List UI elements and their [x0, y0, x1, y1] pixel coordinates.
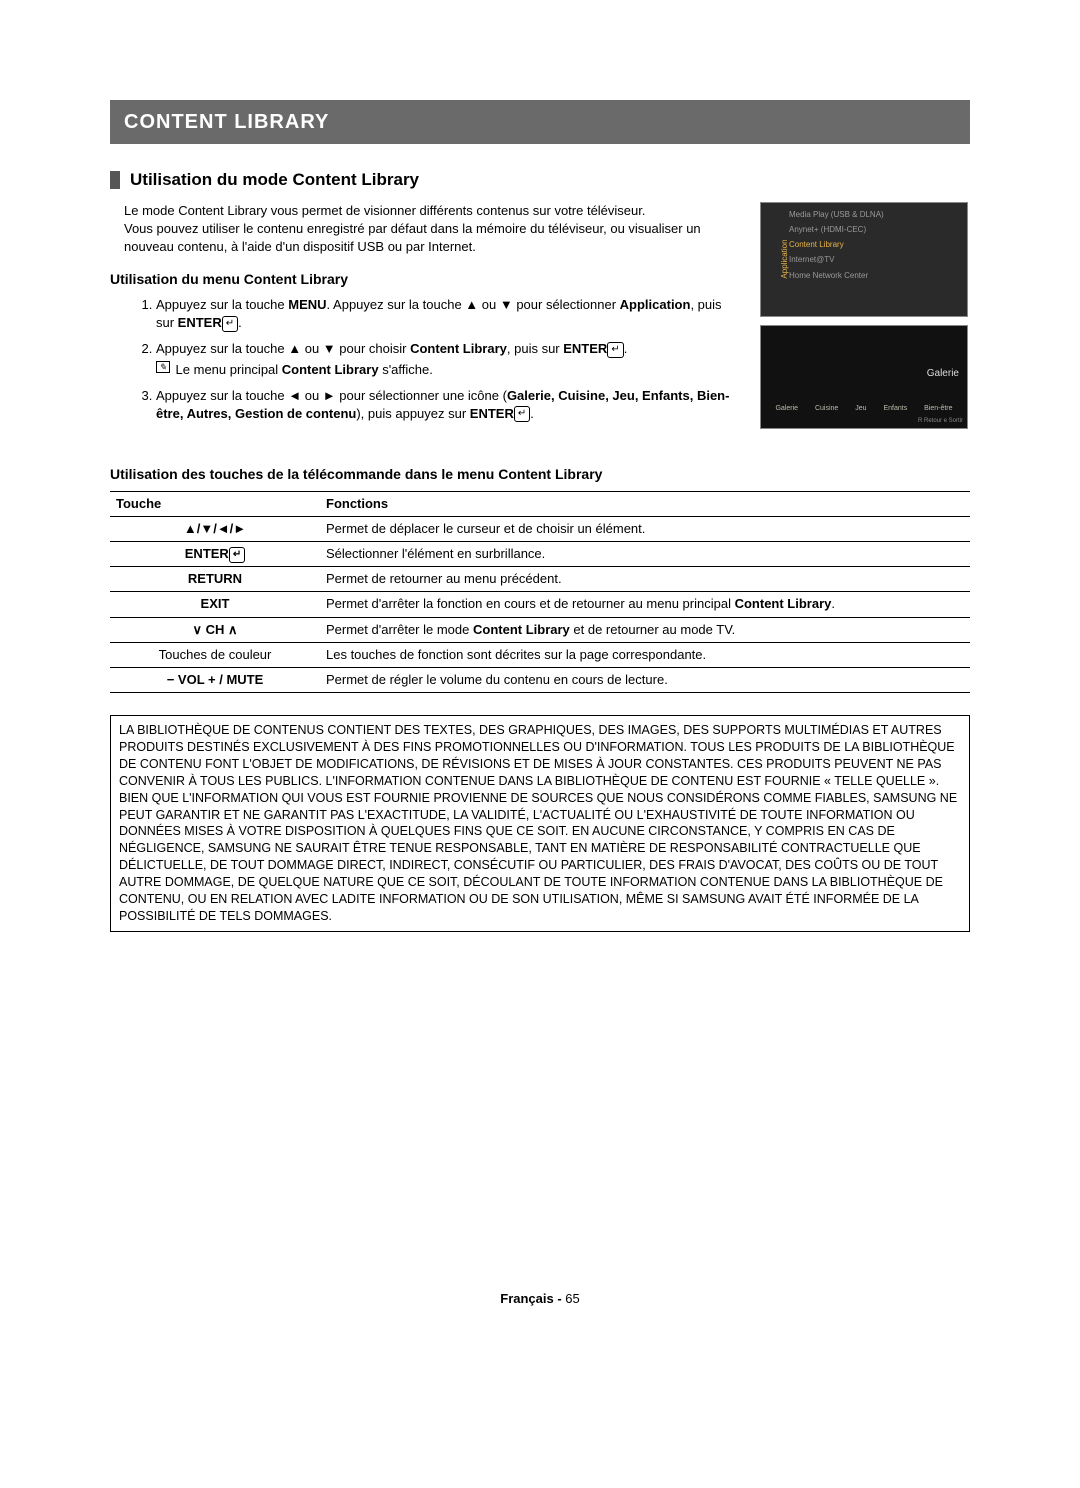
step2-note-b: Content Library	[282, 362, 379, 377]
step2-note: Le menu principal Content Library s'affi…	[176, 361, 433, 379]
intro-line-1: Le mode Content Library vous permet de v…	[124, 202, 742, 220]
table-row: ENTER↵ Sélectionner l'élément en surbril…	[110, 542, 970, 567]
intro-line-2: Vous pouvez utiliser le contenu enregist…	[124, 220, 742, 256]
fn-exit-c: .	[831, 596, 835, 611]
thumb-jeu: Jeu	[855, 404, 866, 414]
step2-note-c: s'affiche.	[379, 362, 433, 377]
screen1-item-media: Media Play (USB & DLNA)	[789, 209, 884, 220]
screen2-thumb-row: Galerie Cuisine Jeu Enfants Bien-être	[761, 404, 967, 414]
step1-menu: MENU	[288, 297, 326, 312]
fn-exit-b: Content Library	[735, 596, 832, 611]
step1-application: Application	[620, 297, 691, 312]
key-return: RETURN	[110, 567, 320, 592]
enter-icon: ↵	[607, 342, 623, 358]
footer-lang: Français -	[500, 1291, 565, 1306]
fn-vol-mute: Permet de régler le volume du contenu en…	[320, 667, 970, 692]
table-row: ∨ CH ∧ Permet d'arrêter le mode Content …	[110, 617, 970, 642]
footer-page-number: 65	[565, 1291, 579, 1306]
thumb-bienetre: Bien-être	[924, 404, 952, 414]
step1-text-a: Appuyez sur la touche	[156, 297, 288, 312]
disclaimer-box: LA BIBLIOTHÈQUE DE CONTENUS CONTIENT DES…	[110, 715, 970, 932]
fn-enter: Sélectionner l'élément en surbrillance.	[320, 542, 970, 567]
table-header-function: Fonctions	[320, 491, 970, 516]
step1-text-b: . Appuyez sur la touche ▲ ou ▼ pour séle…	[327, 297, 620, 312]
key-arrows: ▲/▼/◄/►	[110, 516, 320, 541]
screen2-title: Galerie	[927, 367, 959, 381]
screen1-item-content-library: Content Library	[789, 239, 884, 250]
step2-note-a: Le menu principal	[176, 362, 282, 377]
fn-color: Les touches de fonction sont décrites su…	[320, 642, 970, 667]
screen1-item-homenetwork: Home Network Center	[789, 270, 884, 281]
enter-icon: ↵	[229, 547, 245, 563]
thumb-enfants: Enfants	[883, 404, 907, 414]
key-enter: ENTER↵	[110, 542, 320, 567]
thumb-cuisine: Cuisine	[815, 404, 838, 414]
menu-screenshot-1: Application Media Play (USB & DLNA) Anyn…	[760, 202, 968, 317]
step-3: Appuyez sur la touche ◄ ou ► pour sélect…	[156, 387, 742, 423]
step2-cl: Content Library	[410, 341, 507, 356]
step1-enter-label: ENTER	[178, 315, 222, 330]
fn-ch: Permet d'arrêter le mode Content Library…	[320, 617, 970, 642]
step-1: Appuyez sur la touche MENU. Appuyez sur …	[156, 296, 742, 332]
section-title: Utilisation du mode Content Library	[110, 168, 970, 192]
menu-screenshot-2: Galerie Galerie Cuisine Jeu Enfants Bien…	[760, 325, 968, 429]
remote-sub-heading: Utilisation des touches de la télécomman…	[110, 465, 970, 485]
fn-return: Permet de retourner au menu précédent.	[320, 567, 970, 592]
table-row: Touches de couleur Les touches de foncti…	[110, 642, 970, 667]
table-header-key: Touche	[110, 491, 320, 516]
enter-icon: ↵	[222, 316, 238, 332]
chapter-banner: CONTENT LIBRARY	[110, 100, 970, 144]
step3-text-a: Appuyez sur la touche ◄ ou ► pour sélect…	[156, 388, 507, 403]
fn-arrows: Permet de déplacer le curseur et de choi…	[320, 516, 970, 541]
table-row: RETURN Permet de retourner au menu précé…	[110, 567, 970, 592]
fn-exit-a: Permet d'arrêter la fonction en cours et…	[326, 596, 735, 611]
key-vol-mute: − VOL + / MUTE	[110, 667, 320, 692]
fn-ch-a: Permet d'arrêter le mode	[326, 622, 473, 637]
screen1-menu: Media Play (USB & DLNA) Anynet+ (HDMI-CE…	[789, 209, 884, 281]
key-ch: ∨ CH ∧	[110, 617, 320, 642]
sub-heading-usage: Utilisation du menu Content Library	[110, 270, 742, 290]
remote-keys-table: Touche Fonctions ▲/▼/◄/► Permet de dépla…	[110, 491, 970, 694]
table-row: ▲/▼/◄/► Permet de déplacer le curseur et…	[110, 516, 970, 541]
fn-exit: Permet d'arrêter la fonction en cours et…	[320, 592, 970, 617]
fn-ch-c: et de retourner au mode TV.	[570, 622, 736, 637]
screen1-item-internettv: Internet@TV	[789, 254, 884, 265]
table-row: − VOL + / MUTE Permet de régler le volum…	[110, 667, 970, 692]
step3-text-b: ), puis appuyez sur	[356, 406, 469, 421]
section-title-text: Utilisation du mode Content Library	[130, 168, 419, 192]
page-footer: Français - 65	[0, 1290, 1080, 1308]
step-2: Appuyez sur la touche ▲ ou ▼ pour choisi…	[156, 340, 742, 378]
step2-text-b: , puis sur	[507, 341, 563, 356]
key-exit: EXIT	[110, 592, 320, 617]
step2-enter-label: ENTER	[563, 341, 607, 356]
key-enter-label: ENTER	[185, 546, 229, 561]
step3-enter-label: ENTER	[470, 406, 514, 421]
note-icon: ✎	[156, 361, 170, 374]
table-row: EXIT Permet d'arrêter la fonction en cou…	[110, 592, 970, 617]
screen2-footer: R Retour e Sortir	[918, 417, 963, 425]
thumb-galerie: Galerie	[775, 404, 798, 414]
step2-text-a: Appuyez sur la touche ▲ ou ▼ pour choisi…	[156, 341, 410, 356]
key-color: Touches de couleur	[110, 642, 320, 667]
enter-icon: ↵	[514, 406, 530, 422]
fn-ch-b: Content Library	[473, 622, 570, 637]
screen1-item-anynet: Anynet+ (HDMI-CEC)	[789, 224, 884, 235]
